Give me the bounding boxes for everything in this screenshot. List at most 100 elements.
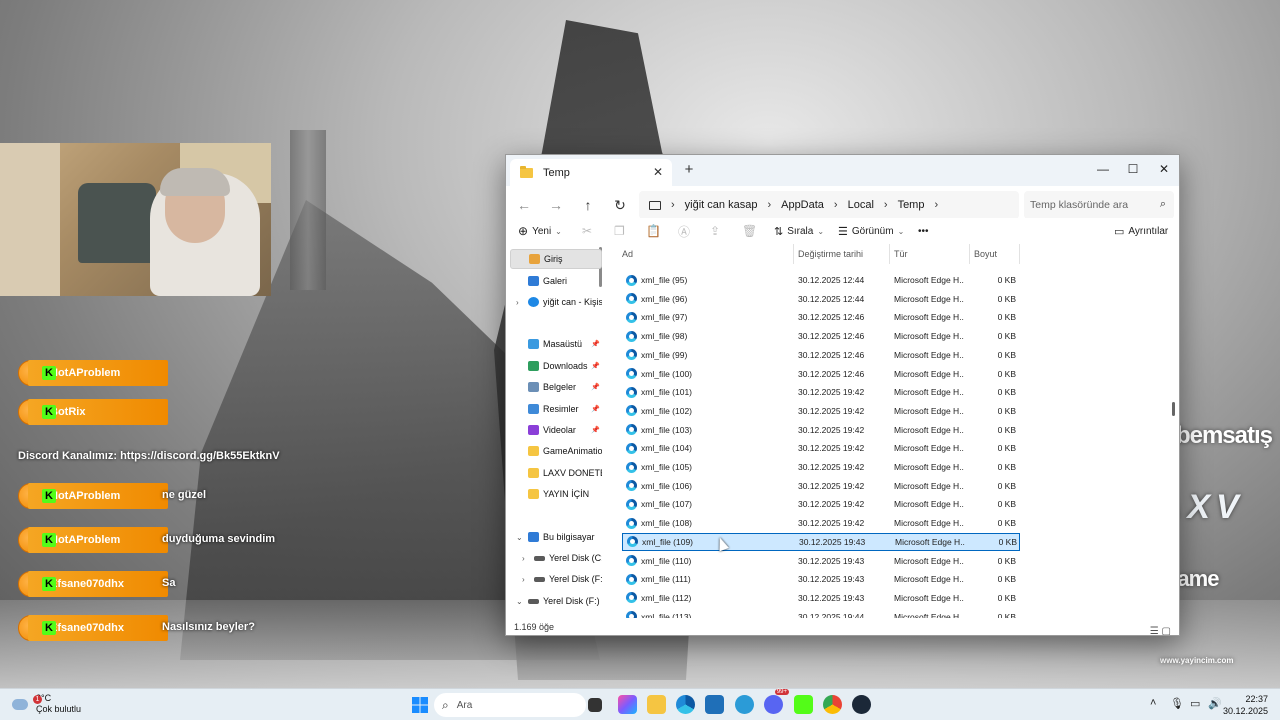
- edge-html-file-icon: [626, 611, 637, 618]
- file-row[interactable]: xml_file (98) 30.12.2025 12:46 Microsoft E…: [622, 327, 1020, 345]
- file-row[interactable]: xml_file (104) 30.12.2025 19:42 Microsoft …: [622, 439, 1020, 457]
- file-row[interactable]: xml_file (109) 30.12.2025 19:43 Microsoft …: [622, 532, 1020, 551]
- taskbar-search[interactable]: ⌕ Ara: [434, 693, 586, 717]
- system-clock[interactable]: 22:37 30.12.2025: [1223, 693, 1268, 717]
- file-row[interactable]: xml_file (113) 30.12.2025 19:44 Microsoft …: [622, 608, 1020, 618]
- microphone-icon[interactable]: 🎙: [1170, 697, 1184, 710]
- sidebar-item-downloads[interactable]: Downloads 📌: [510, 356, 602, 376]
- rename-icon[interactable]: Ⓐ: [678, 222, 690, 240]
- sidebar-item-documents[interactable]: Belgeler 📌: [510, 377, 602, 397]
- delete-icon[interactable]: 🗑: [742, 222, 757, 240]
- sidebar-item-gameanimation[interactable]: GameAnimation: [510, 441, 602, 461]
- edge-icon[interactable]: [676, 695, 695, 714]
- more-options-button[interactable]: •••: [918, 222, 929, 240]
- chat-username-text: Efsane070dhx: [50, 622, 124, 634]
- new-tab-button[interactable]: +: [680, 161, 698, 179]
- sidebar-item-onedrive[interactable]: › yiğit can - Kişisel: [510, 292, 602, 312]
- chevron-down-icon[interactable]: ⌄: [516, 597, 523, 606]
- chevron-up-icon[interactable]: ˄: [1150, 697, 1156, 709]
- file-row[interactable]: xml_file (103) 30.12.2025 19:42 Microsoft …: [622, 421, 1020, 439]
- file-row[interactable]: xml_file (95) 30.12.2025 12:44 Microsoft E…: [622, 271, 1020, 289]
- file-size: 0 KB: [997, 462, 1016, 472]
- folder-icon: [528, 468, 539, 478]
- file-row[interactable]: xml_file (97) 30.12.2025 12:46 Microsoft E…: [622, 308, 1020, 326]
- tab-temp[interactable]: Temp ✕: [510, 159, 672, 186]
- file-explorer-window: Temp ✕ + — ☐ ✕ ← → ↑ ↻ › yiğit can kasap…: [505, 154, 1180, 636]
- sidebar-item-gallery[interactable]: Galeri: [510, 271, 602, 291]
- close-button[interactable]: ✕: [1149, 159, 1179, 179]
- sidebar-item-pictures[interactable]: Resimler 📌: [510, 399, 602, 419]
- file-row[interactable]: xml_file (110) 30.12.2025 19:43 Microsoft …: [622, 552, 1020, 570]
- column-header-name[interactable]: ^ Ad: [618, 244, 794, 264]
- copilot-icon[interactable]: [618, 695, 637, 714]
- chevron-right-icon[interactable]: ›: [522, 575, 525, 584]
- view-toggle-icons[interactable]: ☰ ▢: [1150, 622, 1171, 635]
- copy-icon[interactable]: ❐: [614, 222, 625, 240]
- refresh-button[interactable]: ↻: [610, 195, 630, 215]
- file-row[interactable]: xml_file (111) 30.12.2025 19:43 Microsoft …: [622, 570, 1020, 588]
- chevron-down-icon[interactable]: ⌄: [516, 533, 523, 542]
- weather-widget[interactable]: 1 2°C Çok bulutlu: [12, 693, 81, 715]
- sidebar-item-this-pc[interactable]: ⌄ Bu bilgisayar: [510, 527, 602, 547]
- file-row[interactable]: xml_file (105) 30.12.2025 19:42 Microsoft …: [622, 458, 1020, 476]
- file-size: 0 KB: [997, 574, 1016, 585]
- chevron-right-icon[interactable]: ›: [522, 554, 525, 563]
- sidebar-item-yayin-icin[interactable]: YAYIN İÇİN: [510, 484, 602, 504]
- file-row[interactable]: xml_file (101) 30.12.2025 19:42 Microsoft …: [622, 383, 1020, 401]
- chrome-icon[interactable]: [823, 695, 842, 714]
- sidebar-item-videos[interactable]: Videolar 📌: [510, 420, 602, 440]
- file-explorer-icon[interactable]: [647, 695, 666, 714]
- paste-icon[interactable]: 📋: [646, 222, 661, 240]
- settings-gear-icon[interactable]: [735, 695, 754, 714]
- sidebar-item-home[interactable]: Giriş: [510, 249, 602, 269]
- cut-icon[interactable]: ✂: [582, 222, 592, 240]
- store-icon[interactable]: [705, 695, 724, 714]
- network-icon[interactable]: ▭: [1190, 697, 1200, 710]
- sidebar-item-disk-c[interactable]: › Yerel Disk (C:): [510, 548, 602, 568]
- chevron-right-icon[interactable]: ›: [516, 298, 519, 307]
- tab-close-icon[interactable]: ✕: [650, 164, 666, 180]
- sidebar-item-disk-f-2[interactable]: ⌄ Yerel Disk (F:): [510, 591, 602, 611]
- sidebar-item-disk-f[interactable]: › Yerel Disk (F:): [510, 569, 602, 589]
- share-icon[interactable]: ⇪: [710, 222, 720, 240]
- sort-button[interactable]: ⇅ Sırala ⌄: [774, 222, 824, 240]
- steam-icon[interactable]: [852, 695, 871, 714]
- maximize-button[interactable]: ☐: [1118, 159, 1148, 179]
- file-row[interactable]: xml_file (106) 30.12.2025 19:42 Microsoft …: [622, 477, 1020, 495]
- file-row[interactable]: xml_file (96) 30.12.2025 12:44 Microsoft E…: [622, 290, 1020, 308]
- minimize-button[interactable]: —: [1088, 159, 1118, 179]
- file-row[interactable]: xml_file (99) 30.12.2025 12:46 Microsoft E…: [622, 346, 1020, 364]
- discord-icon[interactable]: 99+: [764, 689, 789, 714]
- file-row[interactable]: xml_file (102) 30.12.2025 19:42 Microsoft …: [622, 402, 1020, 420]
- view-button[interactable]: ☰ Görünüm ⌄: [838, 222, 904, 240]
- sidebar-item-laxv[interactable]: LAXV DONETE A: [510, 463, 602, 483]
- new-button[interactable]: ⊕ Yeni ⌄: [518, 222, 562, 240]
- kick-icon[interactable]: [794, 695, 813, 714]
- column-header-date[interactable]: Değiştirme tarihi: [794, 244, 890, 264]
- breadcrumb-item[interactable]: Local: [848, 199, 874, 211]
- up-button[interactable]: ↑: [578, 195, 598, 215]
- file-row[interactable]: xml_file (107) 30.12.2025 19:42 Microsoft …: [622, 495, 1020, 513]
- column-header-size[interactable]: Boyut: [970, 244, 1020, 264]
- window-scrollbar[interactable]: [1172, 402, 1175, 416]
- edge-html-file-icon: [626, 274, 637, 286]
- start-button[interactable]: [410, 695, 429, 714]
- breadcrumb-item[interactable]: yiğit can kasap: [685, 199, 758, 211]
- sidebar-item-desktop[interactable]: Masaüstü 📌: [510, 334, 602, 354]
- search-input[interactable]: Temp klasöründe ara ⌕: [1024, 191, 1174, 219]
- pin-icon: 📌: [591, 427, 600, 434]
- file-row[interactable]: xml_file (108) 30.12.2025 19:42 Microsoft …: [622, 514, 1020, 532]
- back-button[interactable]: ←: [514, 195, 534, 215]
- forward-button[interactable]: →: [546, 195, 566, 215]
- address-bar[interactable]: › yiğit can kasap › AppData › Local › Te…: [639, 191, 1019, 219]
- task-view-icon[interactable]: [588, 698, 602, 712]
- file-type: Microsoft Edge H...: [894, 592, 964, 603]
- breadcrumb-item[interactable]: Temp: [898, 199, 925, 211]
- search-icon: ⌕: [442, 697, 449, 712]
- breadcrumb-item[interactable]: AppData: [781, 199, 824, 211]
- column-header-type[interactable]: Tür: [890, 244, 970, 264]
- file-row[interactable]: xml_file (112) 30.12.2025 19:43 Microsoft …: [622, 589, 1020, 607]
- details-button[interactable]: ▭ Ayrıntılar: [1114, 222, 1168, 240]
- volume-icon[interactable]: 🔊: [1208, 697, 1222, 710]
- file-row[interactable]: xml_file (100) 30.12.2025 12:46 Microsoft …: [622, 365, 1020, 383]
